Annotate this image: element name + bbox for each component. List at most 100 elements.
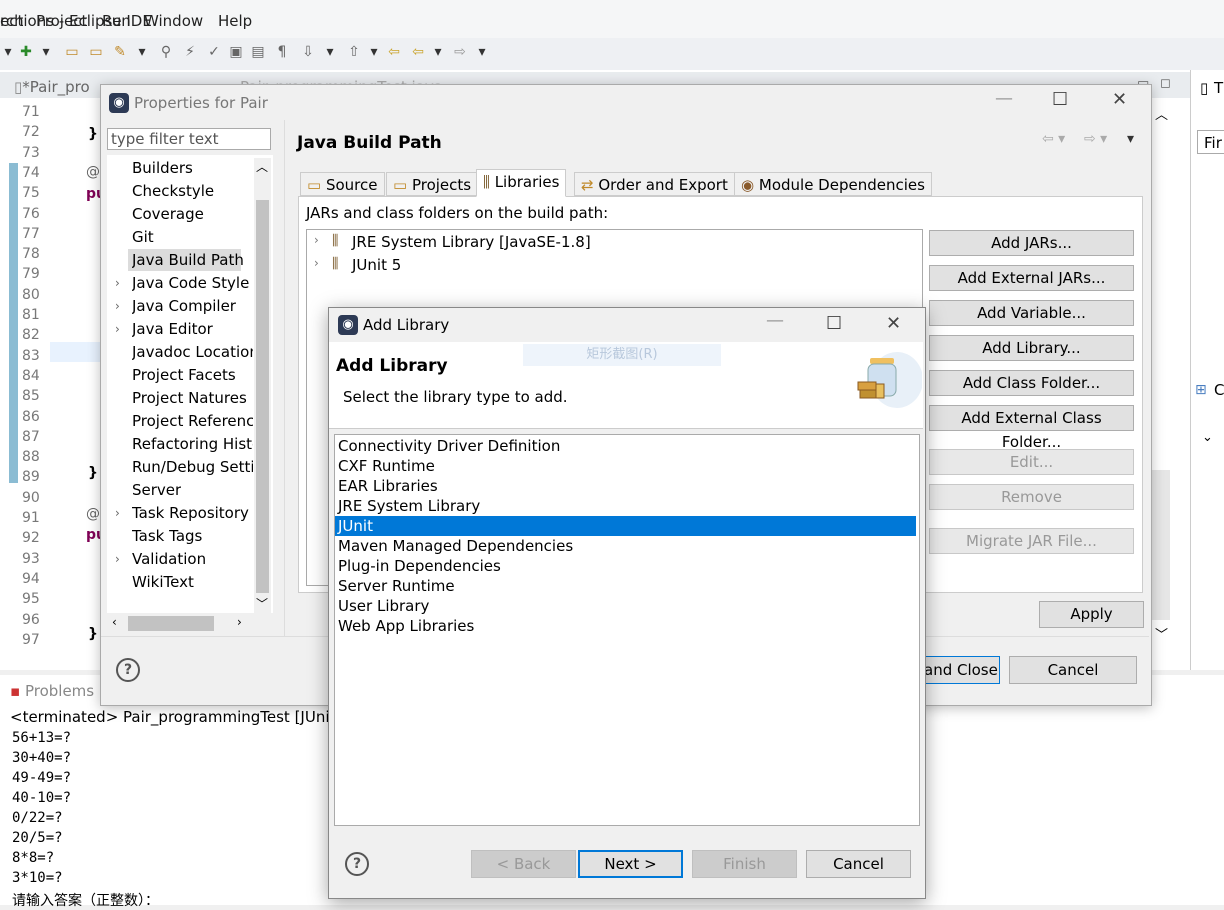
scroll-thumb[interactable] — [128, 616, 214, 631]
pin-icon[interactable]: ⚲ — [158, 44, 174, 60]
menu-help[interactable]: Help — [218, 12, 252, 30]
scroll-up-icon[interactable]: ︿ — [1155, 104, 1168, 123]
menu-project[interactable]: Project — [36, 12, 87, 30]
pilcrow-icon[interactable]: ¶ — [274, 44, 290, 60]
apply-button[interactable]: Apply — [1039, 601, 1144, 628]
prev-annotation-icon[interactable]: ⇧ — [346, 44, 362, 60]
outline-icon[interactable]: ⊞ — [1195, 382, 1207, 398]
library-type-item[interactable]: Web App Libraries — [338, 616, 916, 636]
tree-item[interactable]: Javadoc Location — [132, 343, 253, 361]
tree-item[interactable]: Checkstyle — [132, 182, 214, 200]
back-button[interactable]: < Back — [471, 850, 576, 878]
tree-item[interactable]: Refactoring History — [132, 435, 253, 453]
scroll-left-icon[interactable]: ‹ — [112, 615, 117, 629]
last-edit-icon[interactable]: ⇦ — [386, 44, 402, 60]
filter-input[interactable]: type filter text — [107, 128, 271, 150]
scroll-right-icon[interactable]: › — [237, 615, 242, 629]
minimize-icon[interactable]: — — [995, 88, 1013, 109]
library-type-item[interactable]: EAR Libraries — [338, 476, 916, 496]
open-type-icon[interactable]: ▭ — [88, 44, 104, 60]
tree-item[interactable]: Server — [132, 481, 181, 499]
tree-item[interactable]: Task Tags — [132, 527, 202, 545]
tree-item[interactable]: WikiText — [132, 573, 194, 591]
back-icon[interactable]: ⇦ ▾ — [1042, 131, 1065, 147]
tree-item[interactable]: Builders — [132, 159, 193, 177]
open-folder-icon[interactable]: ▭ — [64, 44, 80, 60]
scroll-thumb[interactable] — [256, 200, 269, 593]
cancel-button[interactable]: Cancel — [1009, 656, 1137, 684]
tab-source[interactable]: ▭ Source — [300, 172, 385, 196]
mark-icon[interactable]: ✓ — [206, 44, 222, 60]
debug-icon[interactable]: ✚ — [18, 44, 34, 60]
side-button[interactable]: Add Variable... — [929, 300, 1134, 326]
tab-order-export[interactable]: ⇄ Order and Export — [574, 172, 735, 196]
minimize-icon[interactable]: — — [766, 310, 784, 331]
tree-item[interactable]: Java Compiler — [132, 297, 236, 315]
tree-item[interactable]: Java Code Style — [132, 274, 249, 292]
side-button[interactable]: Remove — [929, 484, 1134, 510]
finish-button[interactable]: Finish — [692, 850, 797, 878]
side-button[interactable]: Add JARs... — [929, 230, 1134, 256]
editor-tab-pair[interactable]: ▯*Pair_pro — [14, 78, 90, 96]
tree-item[interactable]: Coverage — [132, 205, 204, 223]
expand-arrow-icon[interactable]: › — [314, 233, 319, 247]
side-button[interactable]: Add External Class Folder... — [929, 405, 1134, 451]
next-annotation-icon[interactable]: ⇩ — [300, 44, 316, 60]
library-type-item[interactable]: Connectivity Driver Definition — [338, 436, 916, 456]
side-button[interactable]: Add Library... — [929, 335, 1134, 361]
chevron-down-icon[interactable]: ⌄ — [1202, 430, 1213, 445]
annotation-icon[interactable]: ⚡ — [182, 44, 198, 60]
side-button[interactable]: Edit... — [929, 449, 1134, 475]
tree-item[interactable]: Run/Debug Settings — [132, 458, 253, 476]
expand-arrow-icon[interactable]: › — [115, 276, 120, 290]
library-type-item[interactable]: Plug-in Dependencies — [338, 556, 916, 576]
tree-item[interactable]: Project Facets — [132, 366, 236, 384]
forward-icon[interactable]: ⇨ — [452, 44, 468, 60]
library-junit5[interactable]: JUnit 5 — [352, 256, 401, 274]
expand-arrow-icon[interactable]: › — [314, 256, 319, 270]
apply-and-close-button[interactable]: and Close — [920, 656, 1000, 684]
task-list-icon[interactable]: ▯ — [1200, 79, 1208, 97]
tree-item[interactable]: Java Build Path — [132, 251, 244, 269]
brush-icon[interactable]: ✎ — [112, 44, 128, 60]
tree-item[interactable]: Task Repository — [132, 504, 249, 522]
expand-arrow-icon[interactable]: › — [115, 322, 120, 336]
help-icon[interactable]: ? — [116, 658, 140, 682]
expand-arrow-icon[interactable]: › — [115, 299, 120, 313]
dropdown-arrow-icon[interactable]: ▾ — [430, 44, 446, 60]
tree-item[interactable]: Git — [132, 228, 154, 246]
close-icon[interactable]: ✕ — [886, 313, 901, 334]
next-button[interactable]: Next > — [578, 850, 683, 878]
library-type-item[interactable]: User Library — [338, 596, 916, 616]
forward-icon[interactable]: ⇨ ▾ — [1084, 131, 1107, 147]
library-type-item[interactable]: JUnit — [335, 516, 916, 536]
expand-arrow-icon[interactable]: › — [115, 552, 120, 566]
tree-item[interactable]: Validation — [132, 550, 206, 568]
back-icon[interactable]: ⇦ — [410, 44, 426, 60]
dropdown-arrow-icon[interactable]: ▾ — [38, 44, 54, 60]
dropdown-arrow-icon[interactable]: ▾ — [0, 44, 16, 60]
dropdown-arrow-icon[interactable]: ▾ — [366, 44, 382, 60]
side-button[interactable]: Add External JARs... — [929, 265, 1134, 291]
library-type-item[interactable]: JRE System Library — [338, 496, 916, 516]
scroll-up-icon[interactable]: ︿ — [256, 158, 268, 175]
tree-item[interactable]: Project References — [132, 412, 253, 430]
tab-libraries[interactable]: ⫼ Libraries — [476, 169, 567, 197]
menu-window[interactable]: Window — [144, 12, 203, 30]
close-icon[interactable]: ✕ — [1112, 89, 1127, 110]
cancel-button[interactable]: Cancel — [806, 850, 911, 878]
help-icon[interactable]: ? — [345, 852, 369, 876]
dropdown-arrow-icon[interactable]: ▾ — [134, 44, 150, 60]
view-menu-icon[interactable]: ▾ — [1127, 131, 1134, 147]
dropdown-arrow-icon[interactable]: ▾ — [322, 44, 338, 60]
problems-tab[interactable]: ▪ Problems — [10, 682, 94, 700]
scroll-down-icon[interactable]: ﹀ — [1155, 624, 1168, 643]
tab-module-dependencies[interactable]: ◉ Module Dependencies — [734, 172, 932, 196]
library-type-item[interactable]: CXF Runtime — [338, 456, 916, 476]
library-type-item[interactable]: Maven Managed Dependencies — [338, 536, 916, 556]
expand-arrow-icon[interactable]: › — [115, 506, 120, 520]
show-whitespace-icon[interactable]: ▤ — [250, 44, 266, 60]
scroll-down-icon[interactable]: ﹀ — [256, 595, 268, 612]
library-type-item[interactable]: Server Runtime — [338, 576, 916, 596]
find-input[interactable]: Fir — [1197, 130, 1224, 154]
